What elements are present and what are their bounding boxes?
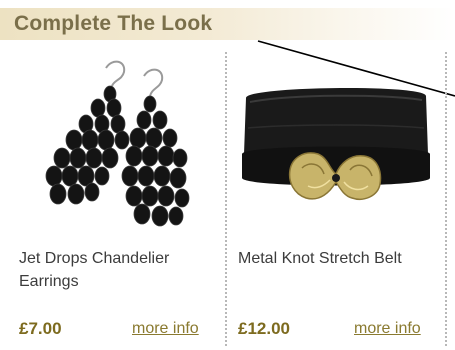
earrings-image[interactable]: [14, 58, 214, 238]
product-price: £12.00: [238, 319, 290, 338]
product-divider: [445, 52, 447, 346]
belt-image[interactable]: [232, 58, 440, 238]
product-divider: [225, 52, 227, 346]
more-info-link[interactable]: more info: [132, 320, 199, 338]
section-title: Complete The Look: [14, 12, 213, 35]
product-card-earrings[interactable]: Jet Drops Chandelier Earrings £7.00 more…: [14, 52, 220, 346]
product-name-link[interactable]: Jet Drops Chandelier Earrings: [19, 247, 219, 293]
product-card-belt[interactable]: Metal Knot Stretch Belt £12.00 more info: [232, 52, 440, 346]
product-name-link[interactable]: Metal Knot Stretch Belt: [238, 247, 438, 270]
product-price: £7.00: [19, 319, 62, 338]
complete-the-look-panel: Complete The Look Jet Drops Chandelier E…: [0, 0, 455, 350]
more-info-link[interactable]: more info: [354, 320, 421, 338]
